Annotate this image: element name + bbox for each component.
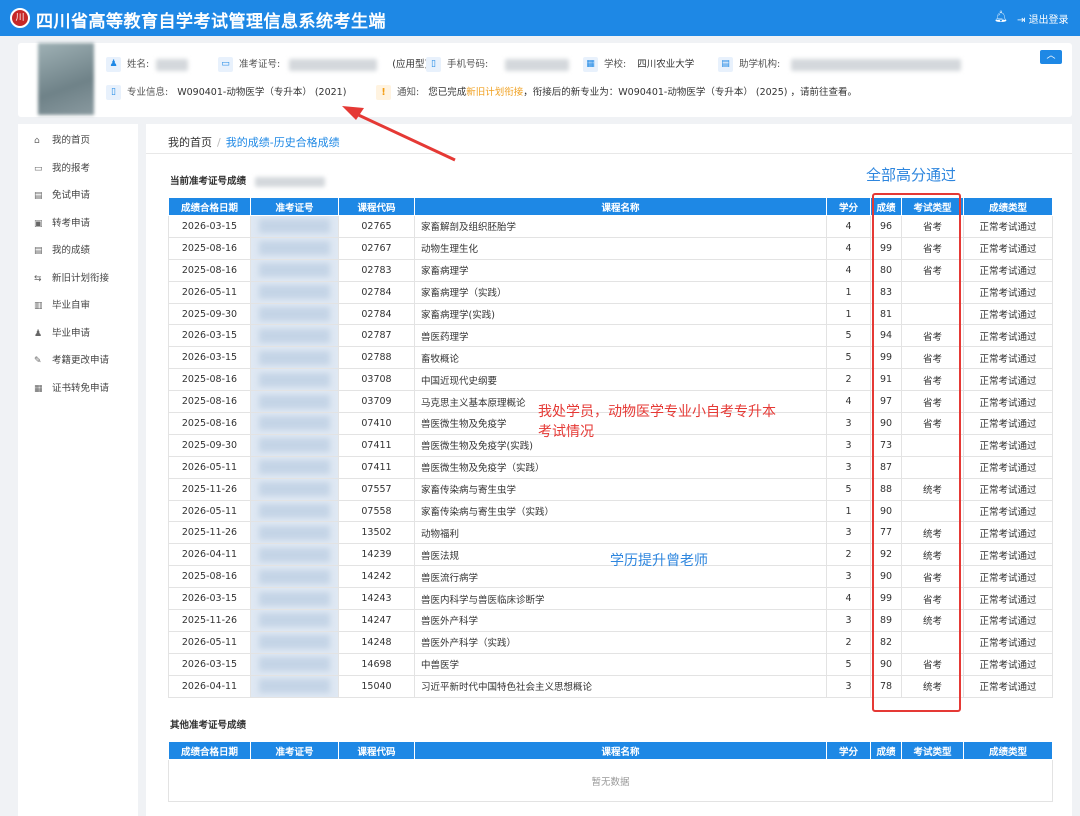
red-arrow-icon [342,106,456,162]
